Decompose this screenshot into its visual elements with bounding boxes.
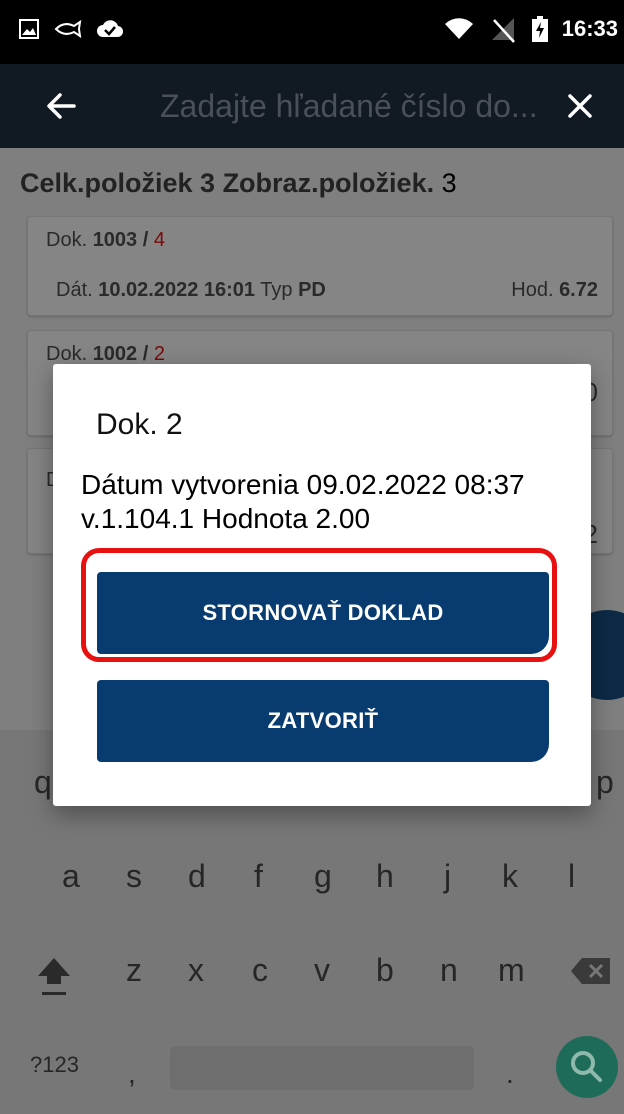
value-amount: 6.72 (559, 279, 598, 301)
doc-suffix: 2 (153, 343, 165, 365)
search-input[interactable] (160, 82, 550, 130)
keyboard-search-button[interactable] (556, 1036, 618, 1098)
key-k[interactable]: k (502, 858, 518, 895)
key-h[interactable]: h (376, 858, 394, 895)
key-s[interactable]: s (126, 858, 142, 895)
key-f[interactable]: f (254, 858, 263, 895)
doc-value-line: Hod. 6.72 (511, 279, 598, 302)
dialog-message: Dátum vytvorenia 09.02.2022 08:37 v.1.10… (81, 469, 525, 534)
close-dialog-button[interactable]: ZATVORIŤ (97, 680, 549, 762)
type-label: Typ (260, 279, 293, 301)
key-l[interactable]: l (568, 858, 575, 895)
period-key[interactable]: . (506, 1058, 514, 1090)
item-count-label: Celk.položiek 3 Zobraz.položiek. (20, 168, 435, 198)
key-p[interactable]: p (596, 764, 614, 801)
key-j[interactable]: j (444, 858, 451, 895)
dialog-title: Dok. 2 (96, 408, 183, 441)
key-q[interactable]: q (34, 764, 52, 801)
doc-label: Dok. (46, 229, 88, 251)
close-icon[interactable] (556, 82, 604, 130)
key-a[interactable]: a (62, 858, 80, 895)
fish-icon (54, 19, 82, 39)
key-n[interactable]: n (440, 952, 458, 989)
date-label: Dát. (56, 279, 93, 301)
backspace-icon[interactable] (570, 956, 612, 994)
doc-label: Dok. (46, 343, 88, 365)
doc-number: 1002 / (92, 343, 149, 365)
shift-icon[interactable] (34, 954, 74, 1006)
search-icon (571, 1051, 602, 1082)
storno-document-button[interactable]: STORNOVAŤ DOKLAD (97, 572, 549, 654)
app-bar (0, 64, 624, 148)
doc-line: Dok. 1002 / 2 (46, 343, 165, 366)
cloud-check-icon (96, 18, 124, 40)
wifi-icon (444, 17, 474, 41)
key-m[interactable]: m (498, 952, 525, 989)
item-count-line: Celk.položiek 3 Zobraz.položiek. 3 (20, 168, 457, 199)
key-z[interactable]: z (126, 952, 142, 989)
clock: 16:33 (561, 16, 618, 41)
no-signal-icon (488, 14, 518, 44)
key-v[interactable]: v (314, 952, 330, 989)
key-b[interactable]: b (376, 952, 394, 989)
doc-number: 1003 / (92, 229, 149, 251)
image-icon (18, 18, 40, 40)
doc-suffix: 4 (153, 229, 165, 251)
comma-key[interactable]: , (128, 1058, 136, 1090)
value-label: Hod. (511, 279, 554, 301)
doc-meta-line: Dát. 10.02.2022 16:01 Typ PD (56, 279, 326, 302)
type-value: PD (298, 279, 326, 301)
document-card[interactable]: Dok. 1003 / 4 Dát. 10.02.2022 16:01 Typ … (27, 216, 613, 316)
key-c[interactable]: c (252, 952, 268, 989)
status-bar: 16:33 (0, 0, 624, 64)
key-g[interactable]: g (314, 858, 332, 895)
arrow-back-icon[interactable] (38, 82, 86, 130)
item-count-value: 3 (441, 168, 457, 198)
battery-charging-icon (531, 16, 548, 42)
space-key[interactable] (170, 1046, 474, 1090)
document-dialog: Dok. 2 Dátum vytvorenia 09.02.2022 08:37… (53, 364, 591, 806)
symbols-key[interactable]: ?123 (30, 1052, 79, 1078)
doc-line: Dok. 1003 / 4 (46, 229, 165, 252)
key-x[interactable]: x (188, 952, 204, 989)
key-d[interactable]: d (188, 858, 206, 895)
date-value: 10.02.2022 16:01 (98, 279, 256, 301)
